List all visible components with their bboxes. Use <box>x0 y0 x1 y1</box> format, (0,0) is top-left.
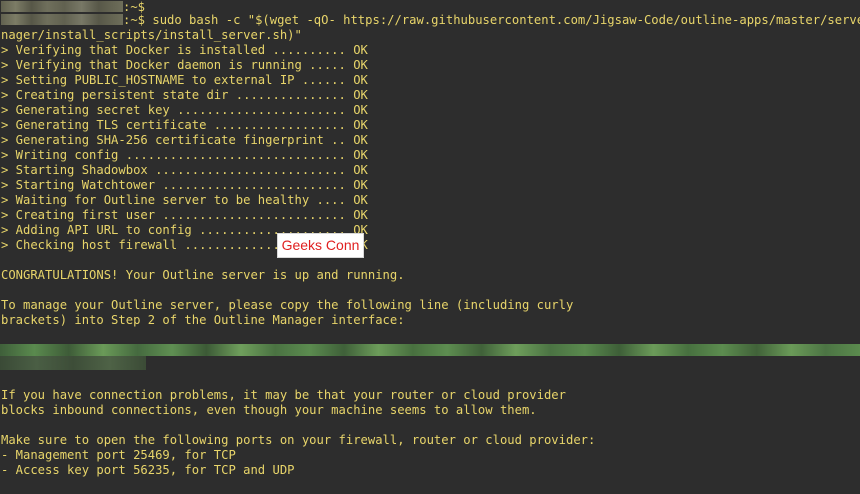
prompt-line-2: :~$ sudo bash -c "$(wget -qO- https://ra… <box>1 13 860 28</box>
manage-instruction-1: To manage your Outline server, please co… <box>1 298 574 312</box>
redacted-hostname <box>1 14 123 25</box>
terminal-window[interactable]: :~$ :~$ sudo bash -c "$(wget -qO- https:… <box>0 0 860 494</box>
redacted-hostname <box>1 1 123 12</box>
prompt-suffix: :~$ <box>123 13 153 27</box>
step-line: > Starting Shadowbox ...................… <box>1 163 368 177</box>
ports-intro: Make sure to open the following ports on… <box>1 433 596 447</box>
congrats-message: CONGRATULATIONS! Your Outline server is … <box>1 268 405 282</box>
prompt-suffix: :~$ <box>123 0 146 14</box>
manage-instruction-2: brackets) into Step 2 of the Outline Man… <box>1 313 405 327</box>
watermark-label: Geeks Conn <box>277 233 364 258</box>
step-line: > Generating SHA-256 certificate fingerp… <box>1 133 368 147</box>
command-text: sudo bash -c "$(wget -qO- https://raw.gi… <box>152 13 860 27</box>
step-line: > Writing config .......................… <box>1 148 368 162</box>
redacted-api-key-continuation <box>0 356 146 370</box>
step-line: > Verifying that Docker daemon is runnin… <box>1 58 368 72</box>
redacted-api-key <box>0 344 860 356</box>
port-item: - Management port 25469, for TCP <box>1 448 236 462</box>
step-line: > Creating persistent state dir ........… <box>1 88 368 102</box>
step-line: > Generating TLS certificate ...........… <box>1 118 368 132</box>
step-line: > Starting Watchtower ..................… <box>1 178 368 192</box>
command-continuation: nager/install_scripts/install_server.sh)… <box>1 28 302 42</box>
connection-help-1: If you have connection problems, it may … <box>1 388 566 402</box>
step-line: > Setting PUBLIC_HOSTNAME to external IP… <box>1 73 368 87</box>
step-line: > Verifying that Docker is installed ...… <box>1 43 368 57</box>
port-item: - Access key port 56235, for TCP and UDP <box>1 463 295 477</box>
connection-help-2: blocks inbound connections, even though … <box>1 403 537 417</box>
step-line: > Creating first user ..................… <box>1 208 368 222</box>
step-line: > Waiting for Outline server to be healt… <box>1 193 368 207</box>
step-line: > Generating secret key ................… <box>1 103 368 117</box>
